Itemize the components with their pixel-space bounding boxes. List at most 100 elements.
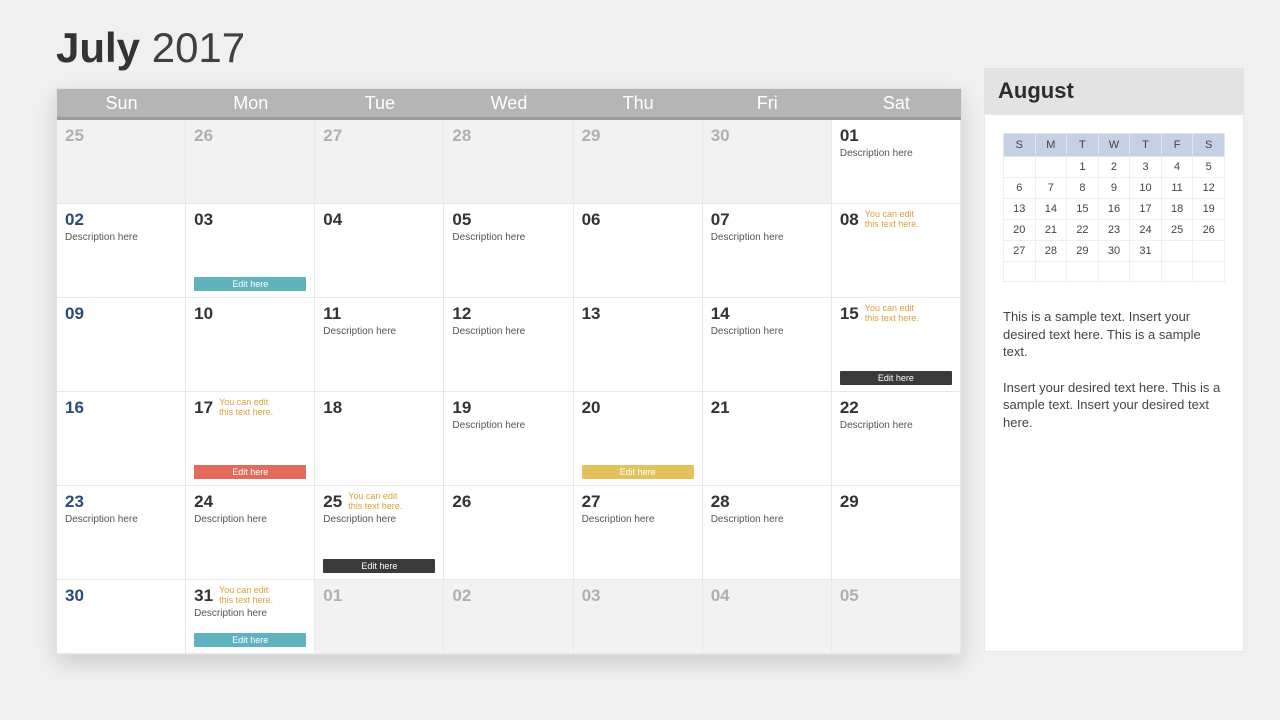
- event-bar[interactable]: Edit here: [582, 465, 694, 479]
- mini-day[interactable]: 21: [1035, 220, 1067, 241]
- mini-day[interactable]: [1004, 157, 1036, 178]
- event-bar[interactable]: Edit here: [194, 465, 306, 479]
- calendar-cell[interactable]: 04: [703, 580, 832, 654]
- mini-day[interactable]: 22: [1067, 220, 1099, 241]
- calendar-cell[interactable]: 11Description here: [315, 298, 444, 392]
- mini-day[interactable]: 12: [1193, 178, 1225, 199]
- mini-day[interactable]: 15: [1067, 199, 1099, 220]
- mini-day[interactable]: 17: [1130, 199, 1162, 220]
- mini-day[interactable]: [1161, 262, 1193, 282]
- calendar-cell[interactable]: 07Description here: [703, 204, 832, 298]
- mini-day[interactable]: 30: [1098, 241, 1130, 262]
- calendar-cell[interactable]: 15You can edit this text here.Edit here: [832, 298, 961, 392]
- mini-day[interactable]: [1193, 262, 1225, 282]
- calendar-cell[interactable]: 20Edit here: [574, 392, 703, 486]
- calendar-cell[interactable]: 05: [832, 580, 961, 654]
- event-bar[interactable]: Edit here: [323, 559, 435, 573]
- mini-day[interactable]: 3: [1130, 157, 1162, 178]
- calendar-cell[interactable]: 29: [574, 120, 703, 204]
- mini-day[interactable]: 19: [1193, 199, 1225, 220]
- calendar-cell[interactable]: 01: [315, 580, 444, 654]
- weekday-label: Mon: [186, 89, 315, 120]
- calendar-cell[interactable]: 28: [444, 120, 573, 204]
- mini-day[interactable]: 11: [1161, 178, 1193, 199]
- calendar-cell[interactable]: 21: [703, 392, 832, 486]
- calendar-cell[interactable]: 27: [315, 120, 444, 204]
- mini-day[interactable]: 25: [1161, 220, 1193, 241]
- calendar-cell[interactable]: 02Description here: [57, 204, 186, 298]
- mini-day[interactable]: 23: [1098, 220, 1130, 241]
- calendar-cell[interactable]: 28 Description here: [703, 486, 832, 580]
- calendar-cell[interactable]: 26: [444, 486, 573, 580]
- calendar-cell[interactable]: 16: [57, 392, 186, 486]
- mini-day[interactable]: 2: [1098, 157, 1130, 178]
- calendar-cell[interactable]: 04: [315, 204, 444, 298]
- calendar-cell[interactable]: 31You can edit this text here.Descriptio…: [186, 580, 315, 654]
- calendar-cell[interactable]: 14Description here: [703, 298, 832, 392]
- day-number: 16: [65, 398, 84, 418]
- mini-day[interactable]: 4: [1161, 157, 1193, 178]
- mini-day[interactable]: [1130, 262, 1162, 282]
- mini-day[interactable]: 10: [1130, 178, 1162, 199]
- calendar-cell[interactable]: 30: [703, 120, 832, 204]
- calendar-cell[interactable]: 25You can edit this text here.Descriptio…: [315, 486, 444, 580]
- calendar-cell[interactable]: 17You can edit this text here.Edit here: [186, 392, 315, 486]
- mini-day[interactable]: 5: [1193, 157, 1225, 178]
- mini-day[interactable]: 29: [1067, 241, 1099, 262]
- calendar-cell[interactable]: 22Description here: [832, 392, 961, 486]
- mini-day[interactable]: 28: [1035, 241, 1067, 262]
- day-description: Description here: [323, 514, 435, 525]
- calendar-cell[interactable]: 23Description here: [57, 486, 186, 580]
- mini-day[interactable]: 8: [1067, 178, 1099, 199]
- mini-day[interactable]: [1193, 241, 1225, 262]
- mini-day[interactable]: [1004, 262, 1036, 282]
- mini-day[interactable]: 20: [1004, 220, 1036, 241]
- calendar-cell[interactable]: 13: [574, 298, 703, 392]
- calendar-cell[interactable]: 26: [186, 120, 315, 204]
- event-bar[interactable]: Edit here: [194, 277, 306, 291]
- day-number: 19: [452, 398, 471, 418]
- mini-day[interactable]: 26: [1193, 220, 1225, 241]
- calendar-cell[interactable]: 25: [57, 120, 186, 204]
- calendar-cell[interactable]: 08You can edit this text here.: [832, 204, 961, 298]
- day-number: 29: [582, 126, 601, 146]
- mini-day[interactable]: 31: [1130, 241, 1162, 262]
- mini-day[interactable]: 18: [1161, 199, 1193, 220]
- calendar-cell[interactable]: 02: [444, 580, 573, 654]
- calendar-cell[interactable]: 10: [186, 298, 315, 392]
- calendar-cell[interactable]: 06: [574, 204, 703, 298]
- calendar-cell[interactable]: 03Edit here: [186, 204, 315, 298]
- mini-day[interactable]: [1098, 262, 1130, 282]
- day-description: Description here: [711, 514, 823, 525]
- calendar-cell[interactable]: 29: [832, 486, 961, 580]
- mini-day[interactable]: 1: [1067, 157, 1099, 178]
- calendar-cell[interactable]: 24Description here: [186, 486, 315, 580]
- calendar-cell[interactable]: 18: [315, 392, 444, 486]
- mini-day[interactable]: 27: [1004, 241, 1036, 262]
- event-bar[interactable]: Edit here: [194, 633, 306, 647]
- mini-day[interactable]: [1035, 262, 1067, 282]
- mini-day[interactable]: [1035, 157, 1067, 178]
- mini-day[interactable]: 7: [1035, 178, 1067, 199]
- mini-day[interactable]: 6: [1004, 178, 1036, 199]
- day-description: Description here: [711, 232, 823, 243]
- calendar-cell[interactable]: 09: [57, 298, 186, 392]
- calendar-cell[interactable]: 03: [574, 580, 703, 654]
- day-number: 28: [711, 492, 730, 512]
- mini-day[interactable]: 9: [1098, 178, 1130, 199]
- mini-day[interactable]: 24: [1130, 220, 1162, 241]
- mini-day[interactable]: 13: [1004, 199, 1036, 220]
- calendar-cell[interactable]: 01Description here: [832, 120, 961, 204]
- mini-day[interactable]: [1067, 262, 1099, 282]
- calendar-cell[interactable]: 12Description here: [444, 298, 573, 392]
- event-bar[interactable]: Edit here: [840, 371, 952, 385]
- calendar-cell[interactable]: 05Description here: [444, 204, 573, 298]
- mini-day[interactable]: 16: [1098, 199, 1130, 220]
- mini-day[interactable]: [1161, 241, 1193, 262]
- calendar-cell[interactable]: 30: [57, 580, 186, 654]
- day-description: Description here: [194, 514, 306, 525]
- day-description: Description here: [65, 232, 177, 243]
- calendar-cell[interactable]: 27Description here: [574, 486, 703, 580]
- mini-day[interactable]: 14: [1035, 199, 1067, 220]
- calendar-cell[interactable]: 19Description here: [444, 392, 573, 486]
